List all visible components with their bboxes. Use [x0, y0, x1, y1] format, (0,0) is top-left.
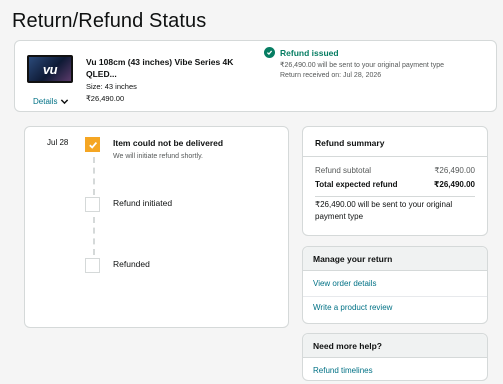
total-refund-row: Total expected refund ₹26,490.00	[315, 180, 475, 189]
page-title: Return/Refund Status	[12, 10, 207, 32]
refund-summary-note: ₹26,490.00 will be sent to your original…	[315, 200, 453, 221]
refund-status-title: Refund issued	[280, 47, 339, 58]
check-circle-icon	[264, 47, 275, 58]
divider	[303, 296, 487, 297]
write-review-link[interactable]: Write a product review	[313, 303, 392, 312]
timeline-step-label: Refund initiated	[113, 198, 173, 208]
refund-subtotal-label: Refund subtotal	[315, 166, 372, 175]
timeline-connector	[93, 157, 95, 195]
timeline-connector	[93, 217, 95, 255]
refund-subtotal-row: Refund subtotal ₹26,490.00	[315, 166, 475, 175]
help-title: Need more help?	[303, 334, 487, 358]
divider	[315, 196, 475, 197]
product-thumbnail[interactable]: vu	[27, 55, 73, 83]
timeline-date: Jul 28	[47, 138, 69, 147]
refund-timelines-link[interactable]: Refund timelines	[313, 366, 373, 375]
refund-issued-status: Refund issued ₹26,490.00 will be sent to…	[264, 47, 444, 79]
chevron-down-icon	[61, 99, 69, 105]
details-toggle[interactable]: Details	[33, 97, 69, 106]
view-order-details-link[interactable]: View order details	[313, 279, 376, 288]
timeline-step-label: Item could not be delivered	[113, 138, 224, 148]
step-checkbox-pending	[85, 197, 100, 212]
help-card: Need more help? Refund timelines	[302, 333, 488, 381]
refund-subtotal-value: ₹26,490.00	[434, 166, 475, 175]
refund-timeline: Jul 28 Item could not be delivered We wi…	[24, 126, 289, 328]
step-checkbox-done	[85, 137, 100, 152]
details-label: Details	[33, 97, 58, 106]
total-refund-value: ₹26,490.00	[433, 180, 475, 189]
return-received-date: Return received on: Jul 28, 2026	[280, 72, 382, 79]
timeline-step-label: Refunded	[113, 259, 150, 269]
divider	[303, 156, 487, 157]
manage-return-title: Manage your return	[303, 247, 487, 271]
product-card: vu Details Vu 108cm (43 inches) Vibe Ser…	[14, 40, 497, 112]
refund-summary-title: Refund summary	[315, 138, 385, 148]
product-logo: vu	[42, 61, 58, 77]
refund-summary-card: Refund summary Refund subtotal ₹26,490.0…	[302, 126, 488, 236]
step-checkbox-pending	[85, 258, 100, 273]
timeline-step-sublabel: We will initiate refund shortly.	[113, 153, 203, 160]
product-price: ₹26,490.00	[86, 94, 125, 103]
refund-status-message: ₹26,490.00 will be sent to your original…	[280, 62, 444, 69]
manage-return-card: Manage your return View order details Wr…	[302, 246, 488, 324]
total-refund-label: Total expected refund	[315, 180, 398, 189]
product-size: Size: 43 inches	[86, 82, 137, 91]
checkmark-icon	[88, 141, 97, 149]
product-name[interactable]: Vu 108cm (43 inches) Vibe Series 4K QLED…	[86, 56, 246, 80]
